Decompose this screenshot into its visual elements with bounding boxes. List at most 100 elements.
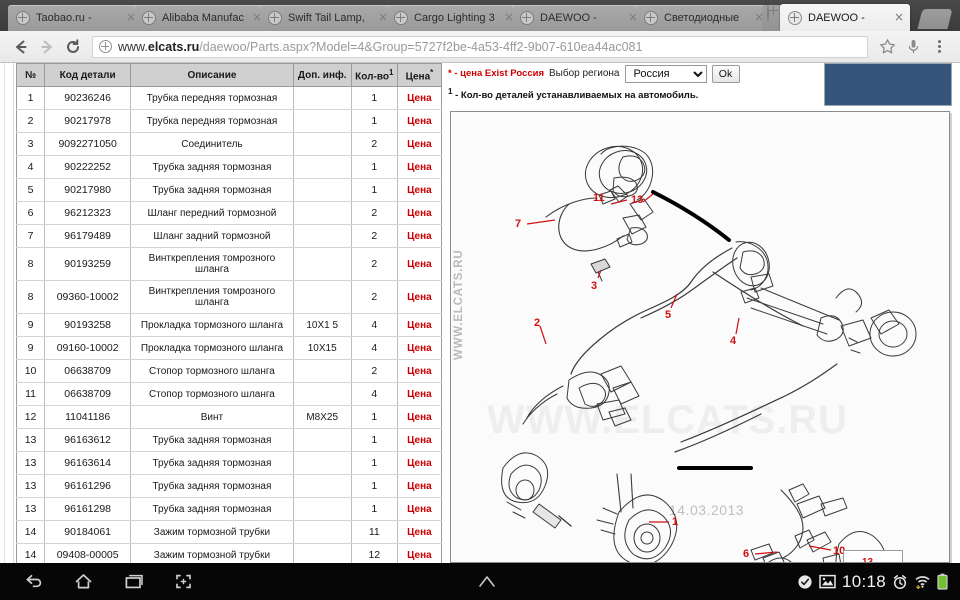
table-row[interactable]: 13 96163612 Трубка задняя тормозная 1 Цена <box>15 428 443 453</box>
price-link[interactable]: Цена <box>407 185 432 196</box>
row-part-code: 9092271050 <box>44 132 132 157</box>
column-header-qty[interactable]: Кол-во1 <box>350 63 398 88</box>
table-row[interactable]: 5 90217980 Трубка задняя тормозная 1 Цена <box>15 178 443 203</box>
status-clock[interactable]: 10:18 <box>842 572 886 592</box>
browser-tab-1[interactable]: Alibaba Manufac × <box>134 5 268 31</box>
price-link[interactable]: Цена <box>407 481 432 492</box>
parts-diagram[interactable]: WWW.ELCATS.RU WWW.ELCATS.RU 14.03.2013 7… <box>450 111 950 563</box>
browser-tab-0[interactable]: Taobao.ru - × <box>8 5 142 31</box>
alarm-icon[interactable] <box>892 574 908 590</box>
nav-recents-button[interactable] <box>122 571 144 593</box>
price-link[interactable]: Цена <box>407 343 432 354</box>
table-row[interactable]: 12 11041186 Винт M8X25 1 Цена <box>15 405 443 430</box>
nav-back-button[interactable] <box>22 571 44 593</box>
row-quantity: 1 <box>350 428 398 453</box>
price-link[interactable]: Цена <box>407 292 432 303</box>
browser-tab-2[interactable]: Swift Tail Lamp, × <box>260 5 394 31</box>
table-row[interactable]: 14 09408-00005 Зажим тормозной трубки 12 Цен… <box>15 543 443 563</box>
row-quantity: 1 <box>350 405 398 430</box>
price-link[interactable]: Цена <box>407 259 432 270</box>
price-link[interactable]: Цена <box>407 231 432 242</box>
table-row[interactable]: 9 90193258 Прокладка тормозного шланга 10X1… <box>15 313 443 338</box>
table-row[interactable]: 2 90217978 Трубка передняя тормозная 1 Цена <box>15 109 443 134</box>
price-link[interactable]: Цена <box>407 458 432 469</box>
table-row[interactable]: 14 90184061 Зажим тормозной трубки 11 Цена <box>15 520 443 545</box>
expand-caret-icon <box>479 576 495 587</box>
table-row[interactable]: 6 96212323 Шланг передний тормозной 2 Цена <box>15 201 443 226</box>
row-no: 12 <box>15 405 46 430</box>
browser-tab-3[interactable]: Cargo Lighting 3 × <box>386 5 520 31</box>
column-header-no[interactable]: № <box>15 63 46 88</box>
table-row[interactable]: 11 06638709 Стопор тормозного шланга 4 Цена <box>15 382 443 407</box>
price-link[interactable]: Цена <box>407 550 432 561</box>
image-icon[interactable] <box>819 574 836 589</box>
row-no: 1 <box>15 86 46 111</box>
close-icon[interactable]: × <box>892 10 906 25</box>
table-row[interactable]: 8 09360-10002 Винткрепления томрозного шла… <box>15 280 443 315</box>
parts-table: № Код детали Описание Доп. инф. Кол-во1 … <box>15 63 443 563</box>
forward-button[interactable] <box>34 34 60 60</box>
table-row[interactable]: 3 9092271050 Соединитель 2 Цена <box>15 132 443 157</box>
browser-tab-5[interactable]: Светодиодные × <box>636 5 770 31</box>
price-link[interactable]: Цена <box>407 389 432 400</box>
voice-search-button[interactable] <box>900 34 926 60</box>
tab-label: Светодиодные <box>664 12 740 24</box>
row-no: 5 <box>15 178 46 203</box>
row-extra-info <box>292 497 352 522</box>
column-header-code[interactable]: Код детали <box>44 63 132 88</box>
expand-handle[interactable] <box>476 571 498 596</box>
blue-info-panel <box>824 63 952 106</box>
table-row[interactable]: 13 96163614 Трубка задняя тормозная 1 Цена <box>15 451 443 476</box>
price-link[interactable]: Цена <box>407 162 432 173</box>
table-row[interactable]: 10 06638709 Стопор тормозного шланга 2 Цена <box>15 359 443 384</box>
table-row[interactable]: 13 96161296 Трубка задняя тормозная 1 Цена <box>15 474 443 499</box>
region-label: Выбор региона <box>549 68 620 79</box>
table-row[interactable]: 1 90236246 Трубка передняя тормозная 1 Цена <box>15 86 443 111</box>
browser-tab-4[interactable]: DAEWOO - × <box>512 5 644 31</box>
table-row[interactable]: 4 90222252 Трубка задняя тормозная 1 Цена <box>15 155 443 180</box>
check-circle-icon[interactable] <box>797 574 813 590</box>
price-link[interactable]: Цена <box>407 412 432 423</box>
back-arrow-icon <box>16 40 27 53</box>
table-row[interactable]: 9 09160-10002 Прокладка тормозного шланга 1… <box>15 336 443 361</box>
row-description: Трубка передняя тормозная <box>130 86 294 111</box>
back-button[interactable] <box>8 34 34 60</box>
globe-icon <box>520 11 534 25</box>
table-row[interactable]: 7 96179489 Шланг задний тормозной 2 Цена <box>15 224 443 249</box>
row-quantity: 1 <box>350 155 398 180</box>
star-icon <box>879 39 895 54</box>
row-price-cell: Цена <box>396 474 443 499</box>
column-header-desc[interactable]: Описание <box>130 63 294 88</box>
column-header-extra[interactable]: Доп. инф. <box>292 63 352 88</box>
row-no: 13 <box>15 497 46 522</box>
row-no: 11 <box>15 382 46 407</box>
price-link[interactable]: Цена <box>407 139 432 150</box>
nav-home-button[interactable] <box>72 571 94 593</box>
ok-button[interactable]: Ok <box>711 64 740 83</box>
wifi-icon[interactable] <box>914 574 931 589</box>
price-link[interactable]: Цена <box>407 208 432 219</box>
address-bar[interactable]: www.elcats.ru/daewoo/Parts.aspx?Model=4&… <box>92 35 868 58</box>
price-link[interactable]: Цена <box>407 93 432 104</box>
battery-icon[interactable] <box>937 573 948 590</box>
row-no: 8 <box>15 247 46 282</box>
nav-screenshot-button[interactable] <box>172 571 194 593</box>
price-link[interactable]: Цена <box>407 435 432 446</box>
bookmark-button[interactable] <box>874 34 900 60</box>
row-extra-info <box>292 520 352 545</box>
price-link[interactable]: Цена <box>407 527 432 538</box>
price-link[interactable]: Цена <box>407 320 432 331</box>
tab-label: Swift Tail Lamp, <box>288 12 365 24</box>
new-tab-button[interactable] <box>917 9 953 29</box>
reload-button[interactable] <box>60 34 86 60</box>
price-link[interactable]: Цена <box>407 366 432 377</box>
column-header-price[interactable]: Цена* <box>396 63 443 88</box>
price-link[interactable]: Цена <box>407 504 432 515</box>
table-row[interactable]: 13 96161298 Трубка задняя тормозная 1 Цена <box>15 497 443 522</box>
browser-tab-active[interactable]: DAEWOO - × <box>780 4 910 31</box>
overflow-menu-icon <box>937 40 941 53</box>
price-link[interactable]: Цена <box>407 116 432 127</box>
region-select[interactable]: Россия <box>624 64 707 83</box>
browser-menu-button[interactable] <box>926 34 952 60</box>
table-row[interactable]: 8 90193259 Винткрепления томрозного шланга… <box>15 247 443 282</box>
